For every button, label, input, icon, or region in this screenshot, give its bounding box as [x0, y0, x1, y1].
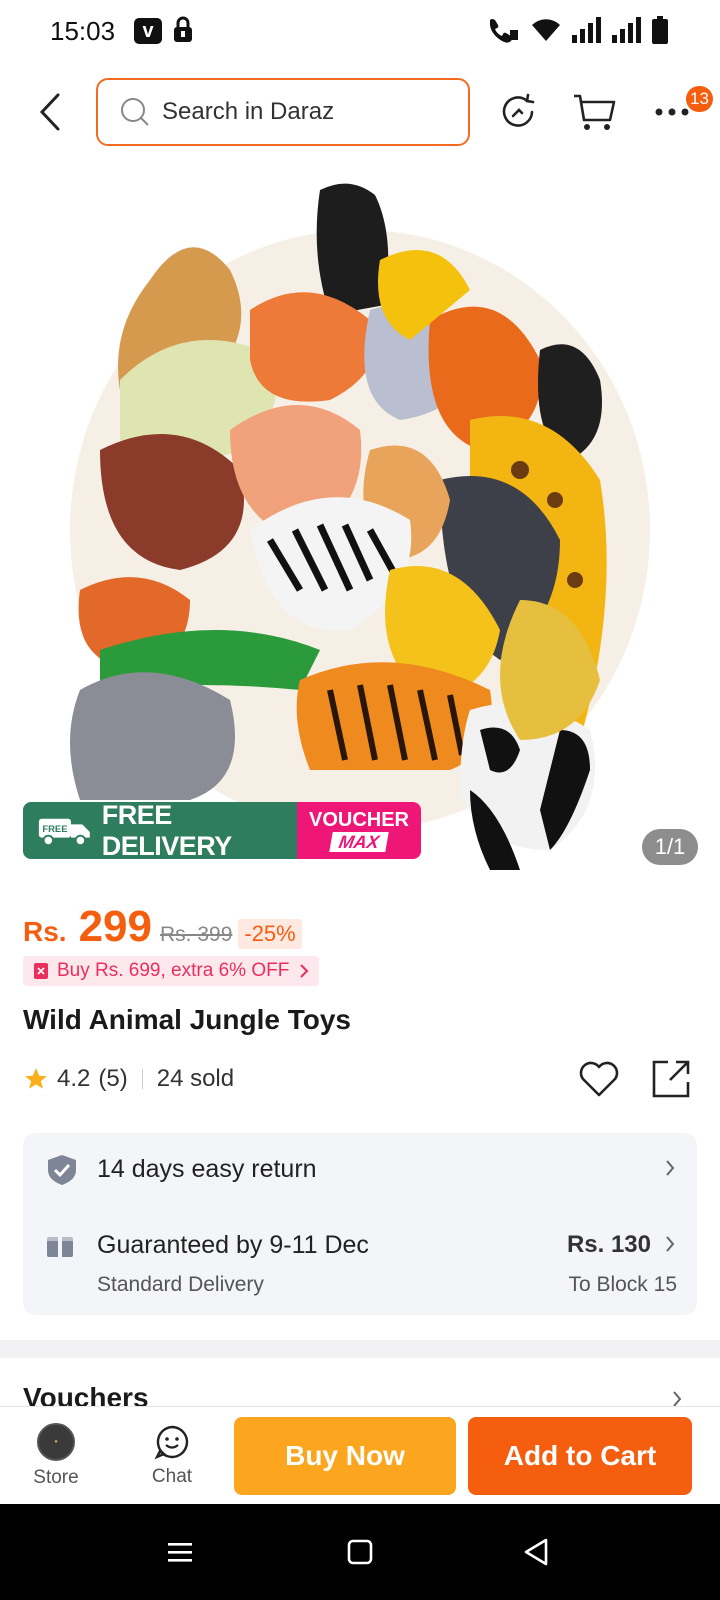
- chevron-right-icon: [666, 1236, 675, 1252]
- voucher-max-badge: VOUCHER MAX: [297, 802, 421, 859]
- chevron-right-icon: [300, 964, 309, 978]
- heart-icon: [579, 1061, 619, 1097]
- more-icon: [655, 108, 689, 116]
- section-divider: [0, 1340, 720, 1358]
- bundle-promo-text: Buy Rs. 699, extra 6% OFF: [57, 960, 290, 981]
- free-delivery-badge: FREE FREE DELIVERY: [23, 802, 297, 859]
- promo-banner[interactable]: FREE FREE DELIVERY VOUCHER MAX: [23, 802, 421, 859]
- wifi-call-icon: [486, 16, 520, 49]
- menu-icon: [168, 1543, 192, 1562]
- search-icon: [120, 97, 150, 127]
- menu-nav-button[interactable]: [160, 1534, 200, 1570]
- return-policy-row[interactable]: 14 days easy return: [23, 1133, 697, 1205]
- delivery-fee: Rs. 130: [566, 1231, 651, 1258]
- truck-icon: FREE: [38, 818, 90, 846]
- back-nav-button[interactable]: [516, 1534, 556, 1570]
- store-label: Store: [33, 1467, 79, 1488]
- rating-row[interactable]: 4.2 (5) 24 sold: [23, 1064, 234, 1094]
- lock-icon: [172, 16, 194, 49]
- price-row: Rs. 299 Rs. 399 -25%: [23, 902, 302, 954]
- history-button[interactable]: [494, 88, 542, 136]
- cart-button[interactable]: [570, 88, 618, 136]
- voucher-max-text: MAX: [329, 831, 389, 852]
- chat-icon: [154, 1425, 189, 1460]
- shield-check-icon: [48, 1155, 76, 1185]
- search-placeholder: Search in Daraz: [162, 98, 335, 125]
- original-price: Rs. 399: [160, 923, 233, 946]
- battery-icon: [652, 16, 668, 49]
- product-image[interactable]: [0, 170, 720, 890]
- delivery-guarantee: Guaranteed by 9-11 Dec: [97, 1231, 369, 1259]
- bottom-action-bar: ● Store Chat Buy Now Add to Cart: [0, 1406, 720, 1504]
- coupon-icon: [34, 963, 48, 979]
- price-value: 299: [78, 902, 152, 951]
- share-button[interactable]: [648, 1056, 694, 1102]
- history-icon: [502, 93, 535, 127]
- share-icon: [652, 1060, 690, 1098]
- cart-icon: [574, 94, 616, 130]
- discount-badge: -25%: [238, 919, 302, 949]
- header: Search in Daraz: [0, 78, 720, 146]
- add-to-cart-button[interactable]: Add to Cart: [468, 1417, 692, 1495]
- wishlist-button[interactable]: [576, 1056, 622, 1102]
- service-card: 14 days easy return Guaranteed by 9-11 D…: [23, 1133, 697, 1315]
- store-avatar: ●: [37, 1423, 75, 1461]
- wifi-icon: [530, 17, 562, 48]
- package-icon: [47, 1231, 73, 1257]
- price-currency: Rs.: [23, 916, 67, 947]
- status-bar: 15:03 v: [0, 0, 720, 64]
- divider: [141, 1069, 143, 1089]
- product-title: Wild Animal Jungle Toys: [23, 1004, 352, 1035]
- signal-icon: [572, 17, 602, 48]
- chat-button[interactable]: Chat: [122, 1407, 222, 1505]
- back-button[interactable]: [28, 88, 72, 136]
- rating-count: (5): [98, 1065, 128, 1092]
- cart-badge: 13: [686, 86, 713, 112]
- return-policy-text: 14 days easy return: [97, 1155, 317, 1183]
- status-time: 15:03: [50, 16, 116, 46]
- signal-icon: [612, 17, 642, 48]
- back-icon: [39, 93, 60, 131]
- delivery-type: Standard Delivery: [97, 1273, 264, 1296]
- truck-badge-text: FREE: [42, 822, 67, 833]
- back-triangle-icon: [524, 1538, 548, 1566]
- v-app-icon: v: [134, 18, 162, 44]
- store-button[interactable]: ● Store: [6, 1407, 106, 1505]
- bundle-promo[interactable]: Buy Rs. 699, extra 6% OFF: [23, 956, 320, 986]
- free-delivery-text: FREE DELIVERY: [101, 802, 233, 859]
- product-photo: [70, 183, 650, 870]
- sold-count: 24 sold: [156, 1065, 235, 1092]
- star-icon: [25, 1068, 47, 1089]
- delivery-destination: To Block 15: [568, 1273, 677, 1296]
- home-nav-button[interactable]: [340, 1534, 380, 1570]
- search-input[interactable]: Search in Daraz: [96, 78, 470, 146]
- status-icons: [486, 16, 668, 49]
- rating-value: 4.2: [57, 1065, 91, 1092]
- buy-now-button[interactable]: Buy Now: [234, 1417, 456, 1495]
- chevron-right-icon: [666, 1160, 675, 1176]
- voucher-text: VOUCHER: [308, 808, 409, 831]
- home-square-icon: [347, 1539, 373, 1565]
- image-page-indicator: 1/1: [642, 829, 698, 865]
- chat-label: Chat: [151, 1466, 193, 1487]
- system-nav-bar: [0, 1504, 720, 1600]
